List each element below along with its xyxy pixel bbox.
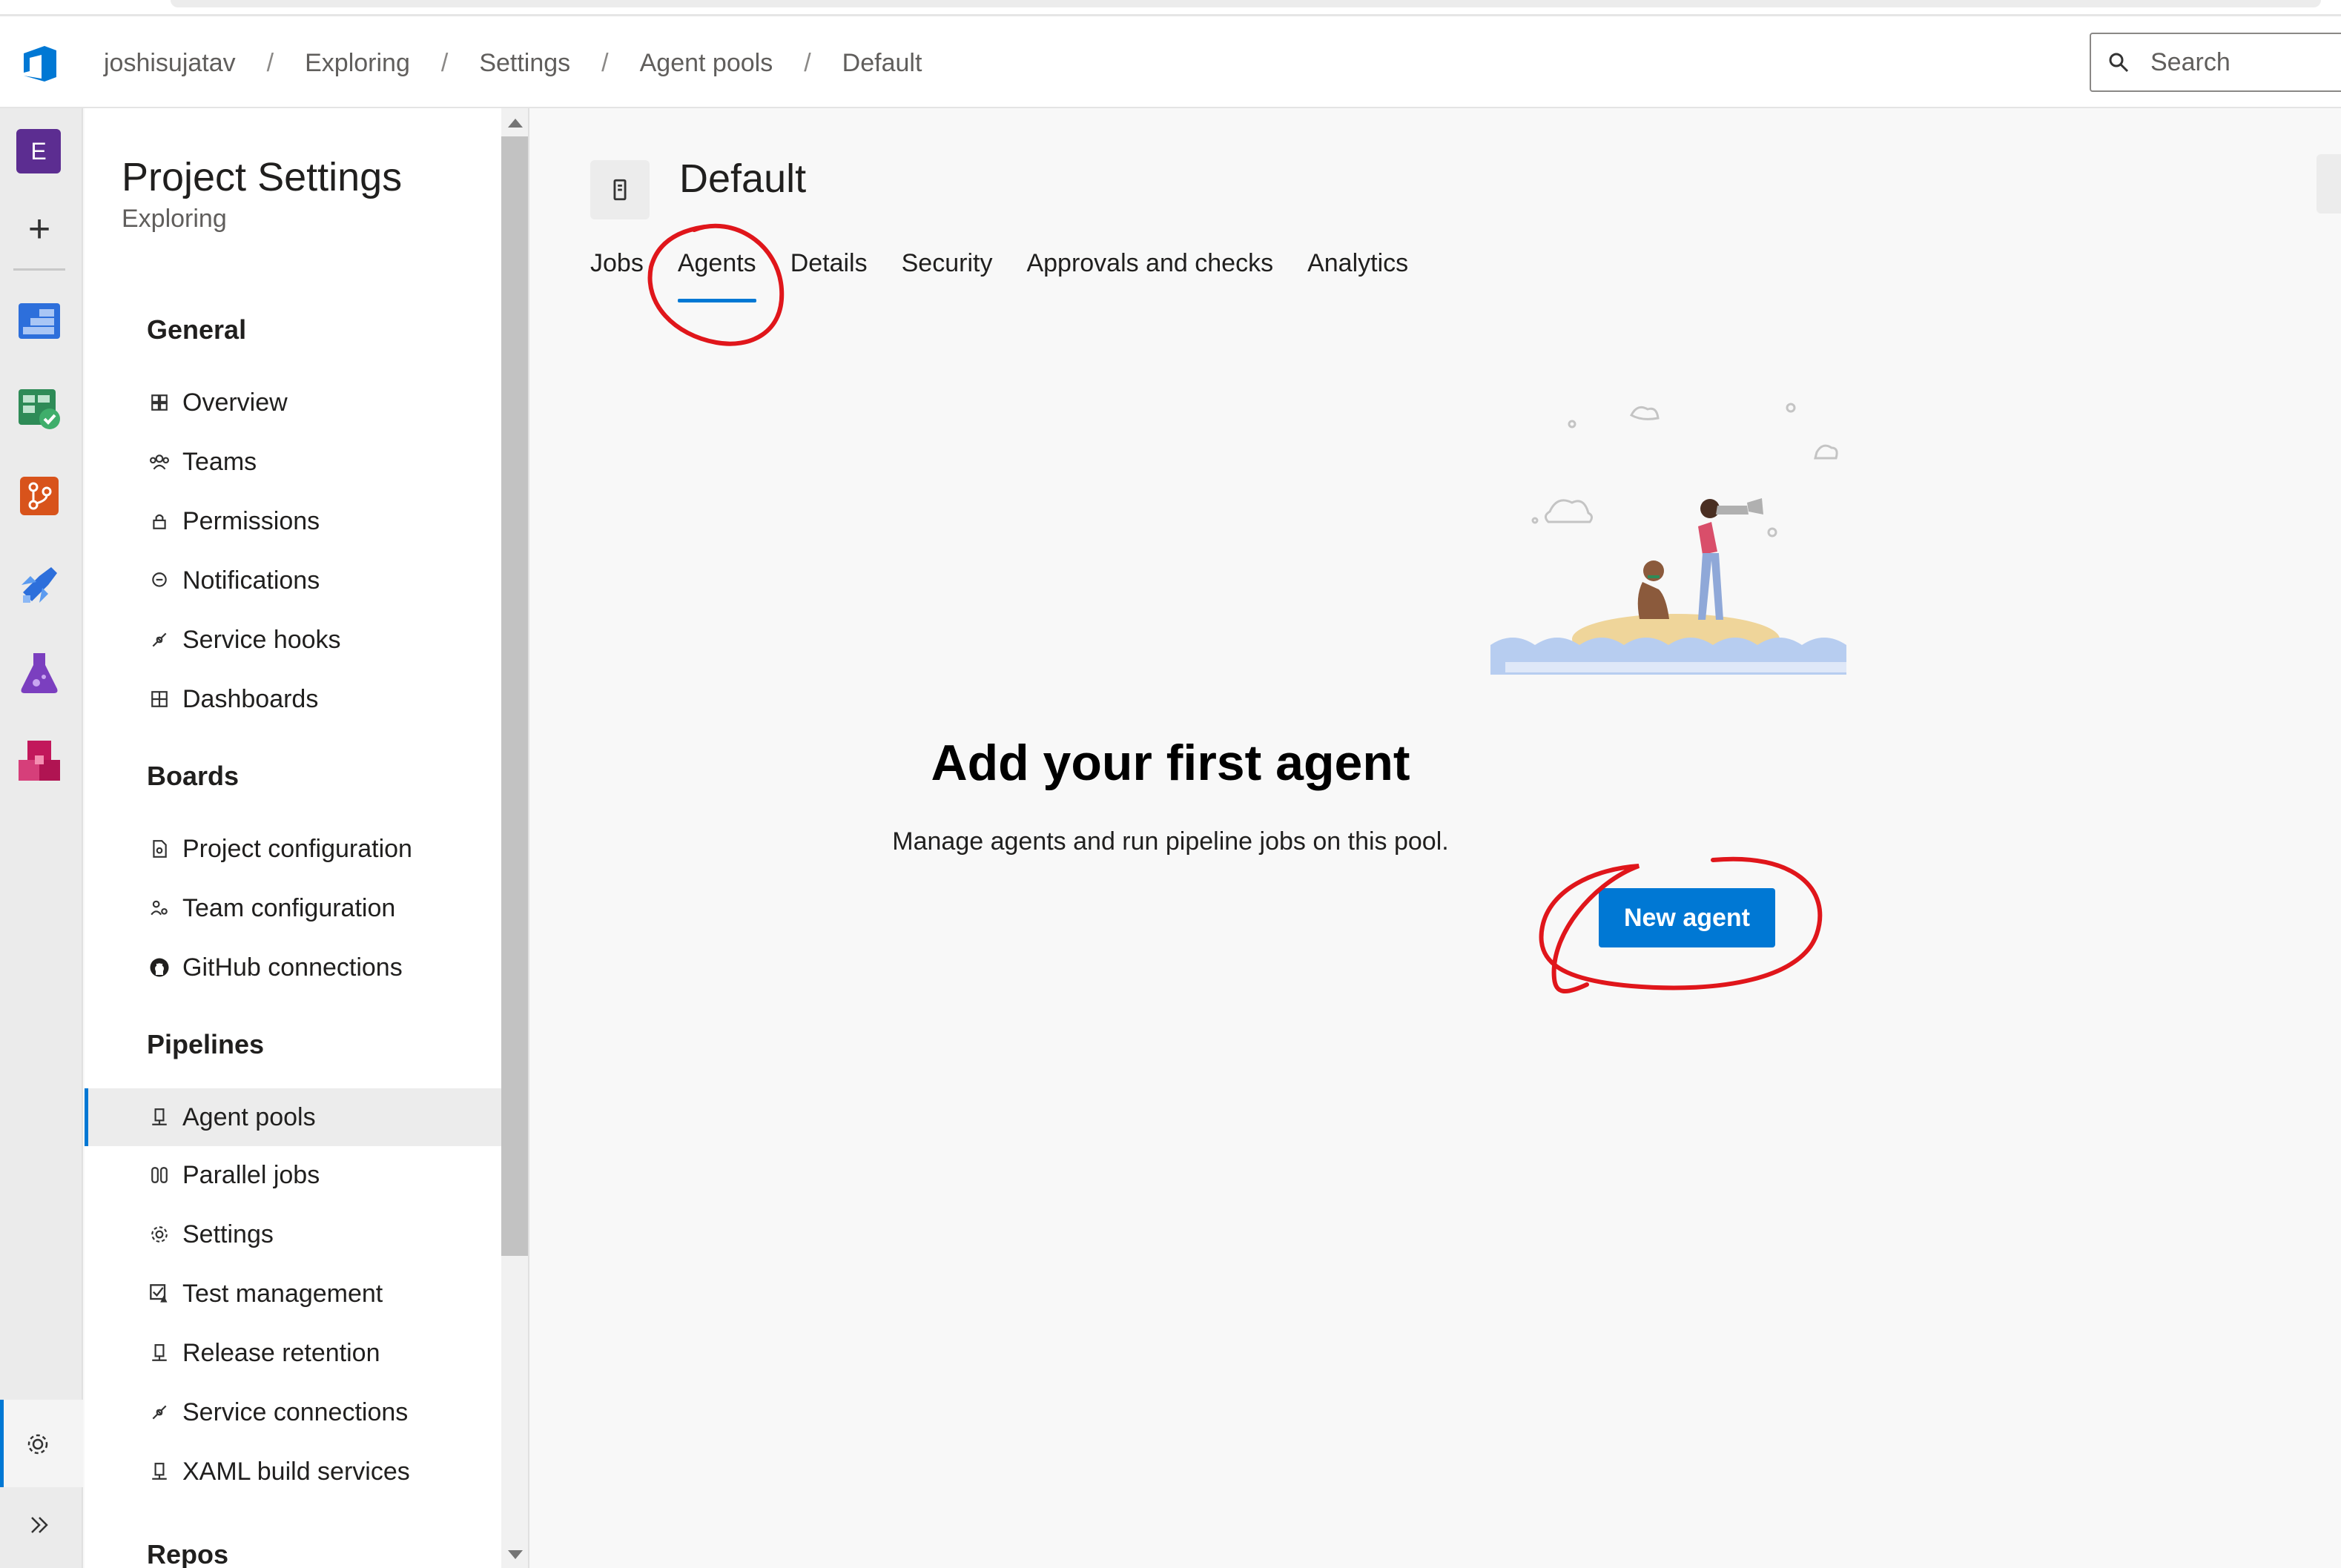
new-agent-button[interactable]: New agent [1599, 888, 1775, 947]
checklist-flask-icon [147, 1281, 172, 1306]
chat-bubble-icon [147, 568, 172, 593]
scrollbar-thumb[interactable] [501, 136, 528, 1256]
sidebar-item-github-connections[interactable]: GitHub connections [85, 939, 501, 996]
sidebar-item-label: Release retention [182, 1338, 380, 1367]
sidebar-item-label: Settings [182, 1220, 274, 1248]
sidebar-item-label: Permissions [182, 506, 320, 535]
top-header: joshisujatav / Exploring / Settings / Ag… [0, 16, 2341, 108]
sidebar-item-xaml-build-services[interactable]: XAML build services [85, 1443, 501, 1501]
tab-jobs[interactable]: Jobs [590, 249, 644, 302]
add-icon[interactable]: + [16, 206, 62, 252]
dashboard-icon [147, 687, 172, 712]
sidebar-item-label: Teams [182, 447, 257, 476]
breadcrumb-separator: / [440, 49, 449, 77]
lock-icon [147, 509, 172, 534]
page-title: Default [679, 156, 807, 201]
plug-icon [147, 627, 172, 652]
test-plans-icon[interactable] [16, 649, 62, 695]
sidebar-item-service-hooks[interactable]: Service hooks [85, 611, 501, 669]
gear-icon [147, 1222, 172, 1247]
sidebar-item-label: Dashboards [182, 684, 319, 713]
agent-pool-icon [147, 1459, 172, 1484]
repos-icon[interactable] [16, 473, 62, 519]
sidebar-item-service-connections[interactable]: Service connections [85, 1383, 501, 1441]
azure-devops-logo-icon[interactable] [19, 43, 61, 85]
browser-top-strip [0, 0, 2341, 16]
sidebar-item-label: Agent pools [182, 1102, 316, 1131]
tab-analytics[interactable]: Analytics [1307, 249, 1408, 302]
tab-security[interactable]: Security [902, 249, 993, 302]
teams-icon [147, 449, 172, 474]
search-box[interactable] [2090, 33, 2341, 92]
project-settings-nav[interactable] [0, 1400, 83, 1487]
sidebar-item-test-management[interactable]: Test management [85, 1265, 501, 1323]
search-input[interactable] [2150, 47, 2328, 77]
sidebar-item-notifications[interactable]: Notifications [85, 552, 501, 609]
sidebar-item-pipeline-settings[interactable]: Settings [85, 1205, 501, 1263]
boards-icon[interactable] [16, 386, 62, 431]
sidebar-item-label: Parallel jobs [182, 1160, 320, 1189]
sidebar-item-label: Service hooks [182, 625, 341, 654]
tab-agents[interactable]: Agents [677, 249, 756, 302]
empty-state-illustration [1490, 403, 1846, 675]
gear-icon [27, 1434, 48, 1455]
group-pipelines-title: Pipelines [147, 1029, 265, 1059]
empty-state-title: Add your first agent [931, 735, 1410, 791]
sidebar-item-label: Notifications [182, 566, 320, 595]
sidebar-item-agent-pools[interactable]: Agent pools [85, 1088, 501, 1146]
pipelines-icon[interactable] [16, 562, 62, 608]
sidebar-item-label: XAML build services [182, 1457, 410, 1486]
sidebar-item-release-retention[interactable]: Release retention [85, 1324, 501, 1382]
tab-approvals-and-checks[interactable]: Approvals and checks [1026, 249, 1273, 302]
agent-pool-icon [147, 1105, 172, 1130]
sidebar-item-team-configuration[interactable]: Team configuration [85, 879, 501, 937]
sidebar-item-label: Overview [182, 388, 288, 417]
overview-nav-icon [147, 390, 172, 415]
sidebar-item-label: GitHub connections [182, 953, 403, 982]
parallel-icon [147, 1162, 172, 1188]
tab-details[interactable]: Details [790, 249, 868, 302]
sidebar-title: Project Settings [122, 155, 403, 199]
sidebar-subtitle: Exploring [122, 205, 227, 233]
expand-icon[interactable] [16, 1502, 62, 1548]
plug-icon [147, 1400, 172, 1425]
agent-pool-badge-icon [590, 160, 650, 219]
tab-bar: Jobs Agents Details Security Approvals a… [590, 249, 1442, 302]
sidebar-item-permissions[interactable]: Permissions [85, 492, 501, 550]
agent-pool-icon [147, 1340, 172, 1366]
sidebar-item-label: Test management [182, 1279, 383, 1308]
team-gear-icon [147, 896, 172, 921]
project-avatar[interactable]: E [16, 129, 61, 173]
rail-divider [13, 268, 65, 271]
scroll-up-arrow-icon[interactable] [508, 119, 523, 128]
group-general-title: General [147, 314, 247, 345]
sidebar-item-overview[interactable]: Overview [85, 374, 501, 431]
sidebar-item-label: Service connections [182, 1397, 409, 1426]
browser-tab-shadow [171, 0, 2321, 7]
group-repos-title: Repos [147, 1539, 229, 1568]
empty-state-description: Manage agents and run pipeline jobs on t… [892, 827, 1449, 856]
breadcrumb-organization[interactable]: joshisujatav [104, 49, 236, 78]
breadcrumb-separator: / [804, 49, 811, 77]
breadcrumb-agent-pools[interactable]: Agent pools [640, 49, 773, 78]
breadcrumb: joshisujatav / Exploring / Settings / Ag… [104, 49, 922, 78]
sidebar-item-dashboards[interactable]: Dashboards [85, 670, 501, 728]
sidebar-item-parallel-jobs[interactable]: Parallel jobs [85, 1146, 501, 1204]
breadcrumb-separator: / [601, 49, 609, 77]
breadcrumb-default[interactable]: Default [842, 49, 922, 78]
breadcrumb-separator: / [266, 49, 274, 77]
breadcrumb-project[interactable]: Exploring [305, 49, 410, 78]
sidebar-item-label: Team configuration [182, 893, 396, 922]
overview-icon[interactable] [16, 298, 62, 344]
side-panel-toggle[interactable] [2317, 154, 2341, 214]
breadcrumb-settings[interactable]: Settings [479, 49, 570, 78]
sidebar-item-teams[interactable]: Teams [85, 433, 501, 491]
scroll-down-arrow-icon[interactable] [508, 1550, 523, 1559]
search-icon [2109, 53, 2129, 73]
github-icon [147, 955, 172, 980]
